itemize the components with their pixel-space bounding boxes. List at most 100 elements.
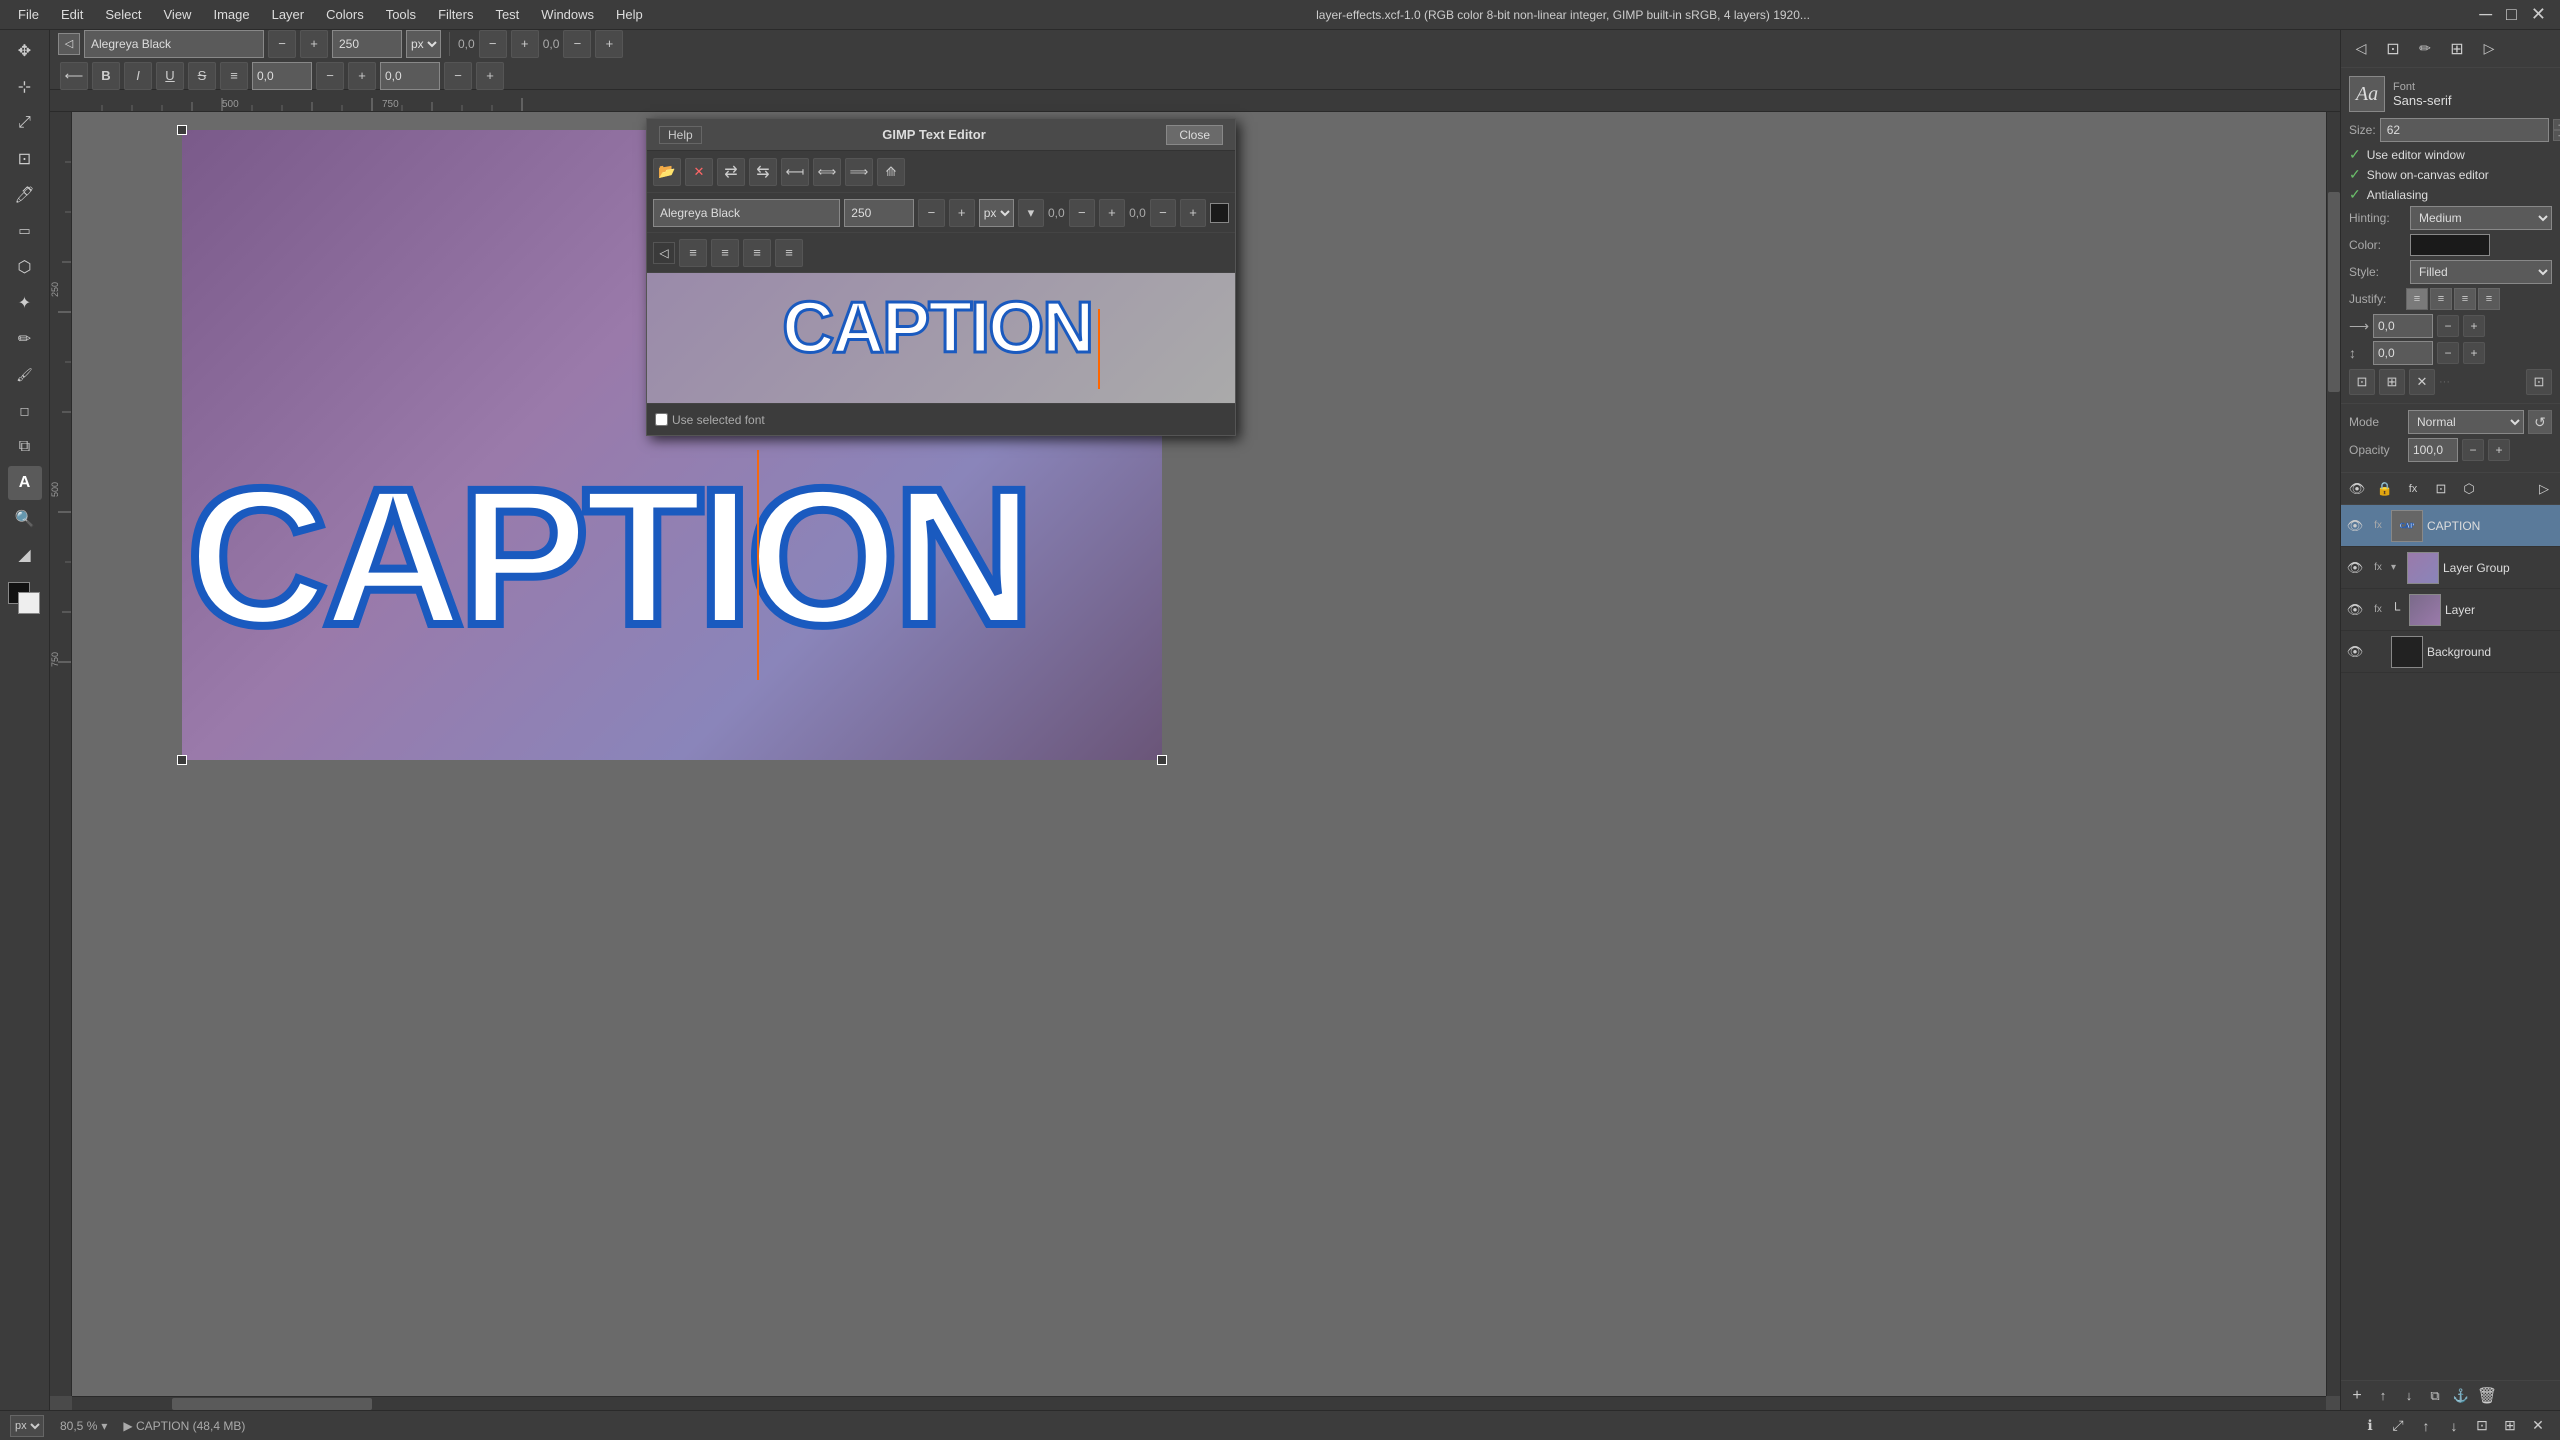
status-icon-5[interactable]: ⊡ xyxy=(2470,1414,2494,1438)
v-scrollbar[interactable] xyxy=(2326,112,2340,1396)
offset-x-plus[interactable]: + xyxy=(511,30,539,58)
layer-group-arrow[interactable]: ▾ xyxy=(2391,562,2403,573)
layer-row-layer[interactable]: 👁 fx └ Layer xyxy=(2341,589,2560,631)
panel-icon-layers[interactable]: ⊡ xyxy=(2379,35,2407,63)
te-align-right[interactable]: ≡ xyxy=(743,239,771,267)
menu-select[interactable]: Select xyxy=(95,5,151,24)
te-align-center[interactable]: ≡ xyxy=(711,239,739,267)
size-increase[interactable]: + xyxy=(2553,130,2560,141)
opacity-input[interactable] xyxy=(2408,438,2458,462)
layer-eye-layer[interactable]: 👁 xyxy=(2345,600,2365,620)
te-offy-minus[interactable]: − xyxy=(1150,199,1176,227)
minimize-button[interactable]: ─ xyxy=(2473,4,2498,25)
te-font-size-input[interactable] xyxy=(844,199,914,227)
panel-icon-grid[interactable]: ⊞ xyxy=(2443,35,2471,63)
status-icon-1[interactable]: ℹ xyxy=(2358,1414,2382,1438)
font-name-input[interactable] xyxy=(84,30,264,58)
show-oncanvas-label[interactable]: Show on-canvas editor xyxy=(2367,168,2489,182)
decrease-size-button[interactable]: − xyxy=(268,30,296,58)
move-tool-button[interactable]: ✥ xyxy=(8,34,42,68)
hinting-select[interactable]: Medium xyxy=(2410,206,2552,230)
te-offx-minus[interactable]: − xyxy=(1069,199,1095,227)
canvas-offset-y-input[interactable] xyxy=(380,62,440,90)
size-input[interactable] xyxy=(2380,118,2549,142)
selection-handle-tl[interactable] xyxy=(177,125,187,135)
menu-layer[interactable]: Layer xyxy=(262,5,315,24)
extra-icon-4[interactable]: ⊡ xyxy=(2526,369,2552,395)
layer-raise-button[interactable]: ↑ xyxy=(2371,1384,2395,1408)
heal-button[interactable]: ◻ xyxy=(8,394,42,428)
te-ltr-button[interactable]: ⇆ xyxy=(749,158,777,186)
layer-eye-icon[interactable]: 👁 xyxy=(2345,477,2369,501)
layer-expand-all-icon[interactable]: ▷ xyxy=(2532,477,2556,501)
foreground-background-colors[interactable] xyxy=(8,582,42,616)
line-spacing-plus[interactable]: + xyxy=(2463,342,2485,364)
rect-select-button[interactable]: ▭ xyxy=(8,214,42,248)
te-align-justify[interactable]: ≡ xyxy=(775,239,803,267)
use-selected-font-input[interactable] xyxy=(655,413,668,426)
te-font-name-input[interactable] xyxy=(653,199,840,227)
panel-icon-pencil[interactable]: ✏ xyxy=(2411,35,2439,63)
text-align-button[interactable]: ≡ xyxy=(220,62,248,90)
menu-edit[interactable]: Edit xyxy=(51,5,93,24)
te-align-left[interactable]: ≡ xyxy=(679,239,707,267)
fuzzy-select-button[interactable]: ✦ xyxy=(8,286,42,320)
layer-row-background[interactable]: 👁 Background xyxy=(2341,631,2560,673)
justify-center-button[interactable]: ≡ xyxy=(2430,288,2452,310)
layer-eye-caption[interactable]: 👁 xyxy=(2345,516,2365,536)
panel-icon-arrow-left[interactable]: ◁ xyxy=(2347,35,2375,63)
te-unit-expand[interactable]: ▾ xyxy=(1018,199,1044,227)
free-select-button[interactable]: ⬡ xyxy=(8,250,42,284)
text-editor-content[interactable]: CAPTION xyxy=(647,273,1235,403)
use-editor-label[interactable]: Use editor window xyxy=(2367,148,2465,162)
back-button[interactable]: ◁ xyxy=(58,33,80,55)
paintbrush-button[interactable]: 🖌 xyxy=(8,358,42,392)
canvas-offset-x-plus[interactable]: + xyxy=(348,62,376,90)
canvas-offset-x-input[interactable] xyxy=(252,62,312,90)
te-offy-plus[interactable]: + xyxy=(1180,199,1206,227)
status-expand-button[interactable]: ⤢ xyxy=(2386,1414,2410,1438)
te-back-btn[interactable]: ◁ xyxy=(653,242,675,264)
opacity-minus[interactable]: − xyxy=(2462,439,2484,461)
mode-select[interactable]: Normal xyxy=(2408,410,2524,434)
menu-file[interactable]: File xyxy=(8,5,49,24)
layer-lower-button[interactable]: ↓ xyxy=(2397,1384,2421,1408)
panel-icon-arrow-right[interactable]: ▷ xyxy=(2475,35,2503,63)
line-spacing-minus[interactable]: − xyxy=(2437,342,2459,364)
layer-lock-icon[interactable]: 🔒 xyxy=(2373,477,2397,501)
align-left-button[interactable]: ⟵ xyxy=(60,62,88,90)
layer-eye-group[interactable]: 👁 xyxy=(2345,558,2365,578)
crop-tool-button[interactable]: ⊡ xyxy=(8,142,42,176)
justify-left-button[interactable]: ≡ xyxy=(2406,288,2428,310)
zoom-dropdown-icon[interactable]: ▾ xyxy=(101,1419,107,1433)
text-tool-button[interactable]: A xyxy=(8,466,42,500)
status-icon-3[interactable]: ↑ xyxy=(2414,1414,2438,1438)
justify-right-button[interactable]: ≡ xyxy=(2454,288,2476,310)
layer-fx-layer[interactable]: fx xyxy=(2369,604,2387,615)
te-load-button[interactable]: 📂 xyxy=(653,158,681,186)
canvas-offset-x-minus[interactable]: − xyxy=(316,62,344,90)
layer-duplicate-button[interactable]: ⧉ xyxy=(2423,1384,2447,1408)
extra-icon-2[interactable]: ⊞ xyxy=(2379,369,2405,395)
opacity-plus[interactable]: + xyxy=(2488,439,2510,461)
status-close[interactable]: ✕ xyxy=(2526,1414,2550,1438)
menu-help[interactable]: Help xyxy=(606,5,653,24)
te-dir4-button[interactable]: ⟰ xyxy=(877,158,905,186)
te-size-plus[interactable]: + xyxy=(949,199,975,227)
text-editor-help-button[interactable]: Help xyxy=(659,126,702,144)
text-italic-button[interactable]: I xyxy=(124,62,152,90)
extra-icon-1[interactable]: ⊡ xyxy=(2349,369,2375,395)
layer-fx-caption[interactable]: fx xyxy=(2369,520,2387,531)
alignment-tool-button[interactable]: ⊹ xyxy=(8,70,42,104)
layer-fx-group[interactable]: fx xyxy=(2369,562,2387,573)
menu-colors[interactable]: Colors xyxy=(316,5,374,24)
eyedropper-button[interactable]: ◢ xyxy=(8,538,42,572)
selection-handle-bl[interactable] xyxy=(177,755,187,765)
extra-icon-3[interactable]: ✕ xyxy=(2409,369,2435,395)
menu-view[interactable]: View xyxy=(154,5,202,24)
h-scrollbar[interactable] xyxy=(72,1396,2326,1410)
layer-link-icon[interactable]: ⬡ xyxy=(2457,477,2481,501)
text-underline-button[interactable]: U xyxy=(156,62,184,90)
h-scrollbar-thumb[interactable] xyxy=(172,1398,372,1410)
te-offx-plus[interactable]: + xyxy=(1099,199,1125,227)
